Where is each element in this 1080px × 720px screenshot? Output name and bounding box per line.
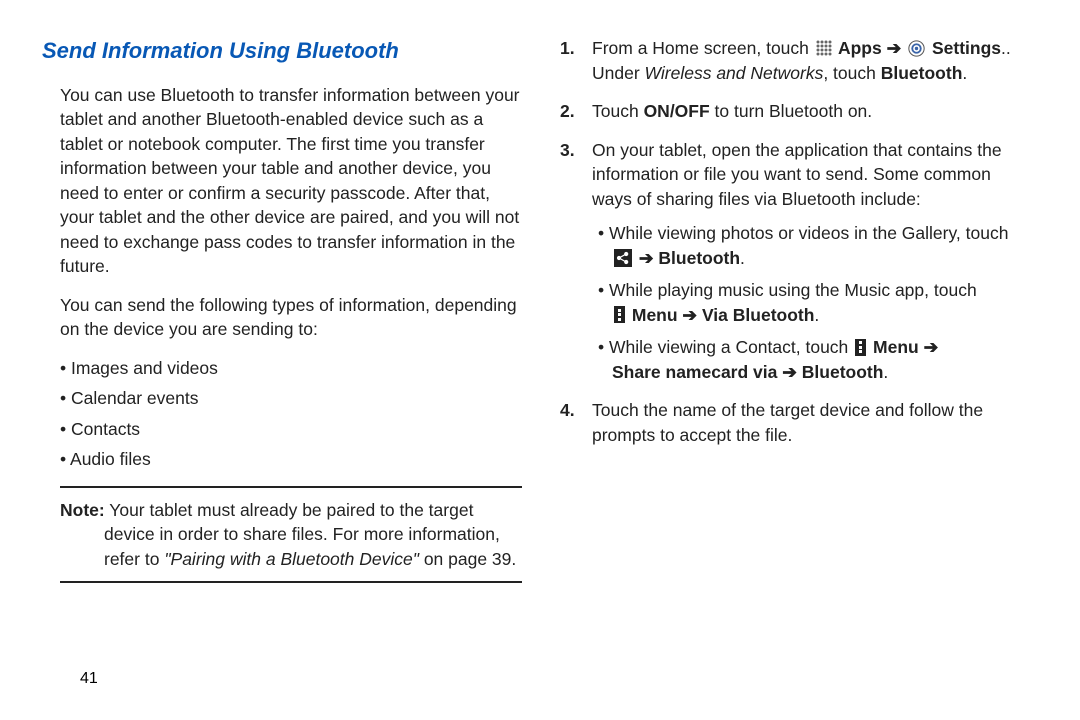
note-paragraph: Note: Your tablet must already be paired…	[60, 498, 522, 572]
step1-period2: .	[962, 63, 967, 83]
bluetooth-label: Bluetooth	[658, 248, 740, 268]
menu-icon	[855, 339, 866, 356]
intro-paragraph-1: You can use Bluetooth to transfer inform…	[60, 83, 522, 279]
wireless-networks-label: Wireless and Networks	[645, 63, 824, 83]
bluetooth-label: Bluetooth	[802, 362, 884, 382]
arrow-icon: ➔	[777, 362, 801, 382]
step1-text-c: , touch	[823, 63, 880, 83]
sub-contact-text: While viewing a Contact, touch	[609, 337, 853, 357]
sub-gallery-text: While viewing photos or videos in the Ga…	[609, 223, 1008, 243]
intro-paragraph-2: You can send the following types of info…	[60, 293, 522, 342]
note-tail: on page 39.	[419, 549, 516, 569]
share-namecard-label: Share namecard via	[612, 362, 777, 382]
step-item: On your tablet, open the application tha…	[558, 138, 1020, 385]
steps-list: From a Home screen, touch Apps ➔ Setting…	[558, 36, 1020, 447]
note-reference: "Pairing with a Bluetooth Device"	[164, 549, 419, 569]
apps-icon	[816, 40, 832, 56]
step3-text: On your tablet, open the application tha…	[592, 140, 1002, 209]
list-item: Calendar events	[60, 386, 522, 411]
right-column: From a Home screen, touch Apps ➔ Setting…	[540, 36, 1038, 710]
settings-icon	[908, 40, 925, 57]
period: .	[814, 305, 819, 325]
share-icon	[614, 249, 632, 267]
period: .	[740, 248, 745, 268]
divider-top	[60, 486, 522, 488]
list-item: Images and videos	[60, 356, 522, 381]
page-container: Send Information Using Bluetooth You can…	[0, 0, 1080, 720]
apps-label: Apps	[834, 38, 882, 58]
settings-label: Settings	[927, 38, 1001, 58]
menu-label: Menu	[868, 337, 919, 357]
period: .	[883, 362, 888, 382]
arrow-icon: ➔	[678, 305, 702, 325]
arrow-icon: ➔	[919, 337, 939, 357]
menu-label: Menu	[627, 305, 678, 325]
via-bluetooth-label: Via Bluetooth	[702, 305, 814, 325]
page-number: 41	[80, 670, 98, 688]
step-item: Touch ON/OFF to turn Bluetooth on.	[558, 99, 1020, 124]
step-item: From a Home screen, touch Apps ➔ Setting…	[558, 36, 1020, 85]
bluetooth-label: Bluetooth	[881, 63, 963, 83]
section-heading: Send Information Using Bluetooth	[42, 36, 522, 67]
list-item: While playing music using the Music app,…	[598, 278, 1020, 327]
sendable-types-list: Images and videos Calendar events Contac…	[60, 356, 522, 472]
sub-music-text: While playing music using the Music app,…	[609, 280, 977, 300]
step-item: Touch the name of the target device and …	[558, 398, 1020, 447]
arrow-icon: ➔	[882, 38, 906, 58]
left-column: Send Information Using Bluetooth You can…	[42, 36, 540, 710]
divider-bottom	[60, 581, 522, 583]
sharing-methods-list: While viewing photos or videos in the Ga…	[598, 221, 1020, 384]
onoff-label: ON/OFF	[644, 101, 710, 121]
list-item: Audio files	[60, 447, 522, 472]
list-item: While viewing photos or videos in the Ga…	[598, 221, 1020, 270]
step2-text-a: Touch	[592, 101, 644, 121]
arrow-icon: ➔	[634, 248, 658, 268]
menu-icon	[614, 306, 625, 323]
step4-text: Touch the name of the target device and …	[592, 400, 983, 445]
list-item: Contacts	[60, 417, 522, 442]
note-label: Note:	[60, 500, 105, 520]
step1-text-a: From a Home screen, touch	[592, 38, 814, 58]
step2-text-b: to turn Bluetooth on.	[710, 101, 872, 121]
list-item: While viewing a Contact, touch Menu ➔ Sh…	[598, 335, 1020, 384]
